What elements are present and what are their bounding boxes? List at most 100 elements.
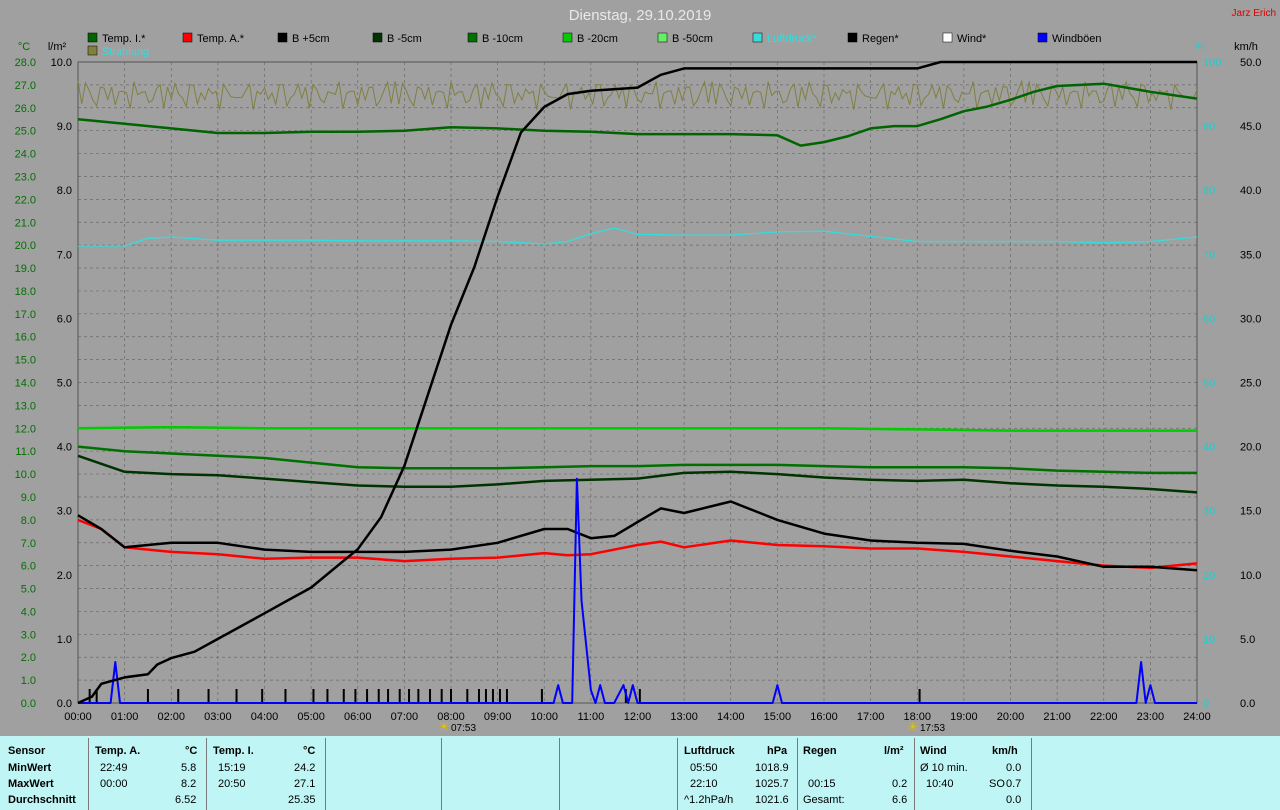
- y-tick-label-temp: 9.0: [21, 492, 36, 504]
- rain-interval-mark: [408, 689, 411, 703]
- statistics-panel: Sensor MinWert MaxWert Durchschnitt Temp…: [0, 736, 1280, 810]
- stats-wind-max-dir: SO: [989, 778, 1005, 790]
- legend-swatch: [847, 32, 858, 43]
- legend-label: Windböen: [1052, 33, 1102, 45]
- sunset-icon: ☀: [907, 719, 919, 734]
- y-tick-label-temp: 6.0: [21, 561, 36, 573]
- stats-temp-a-title: Temp. A.: [95, 745, 141, 757]
- x-tick-label: 24:00: [1183, 711, 1211, 723]
- y-tick-label-rain: 2.0: [57, 570, 72, 582]
- x-tick-label: 00:00: [64, 711, 92, 723]
- rain-interval-mark: [177, 689, 180, 703]
- x-tick-label: 15:00: [764, 711, 792, 723]
- y-tick-label-percent: 40: [1203, 442, 1215, 454]
- rain-interval-mark: [484, 689, 487, 703]
- y-tick-label-temp: 0.0: [21, 698, 36, 710]
- y-tick-label-temp: 12.0: [15, 423, 36, 435]
- y-tick-label-temp: 1.0: [21, 675, 36, 687]
- stats-luftdruck-max: 1025.7: [755, 778, 789, 790]
- stats-temp-i-unit: °C: [303, 745, 316, 757]
- stats-wind-max: 0.7: [1006, 778, 1022, 790]
- stats-luftdruck-avg: 1021.6: [755, 794, 789, 806]
- author-label: Jarz Erich: [1232, 8, 1276, 19]
- legend-swatch: [562, 32, 573, 43]
- stats-temp-a-max: 8.2: [181, 778, 197, 790]
- stats-luftdruck-unit: hPa: [767, 745, 788, 757]
- stats-temp-i-min: 24.2: [294, 762, 316, 774]
- stats-luftdruck-min: 1018.9: [755, 762, 789, 774]
- stats-divider: [914, 738, 915, 810]
- y-tick-label-temp: 7.0: [21, 538, 36, 550]
- y-tick-label-percent: 30: [1203, 506, 1215, 518]
- stats-wind-avg: 0.0: [1006, 794, 1022, 806]
- y-tick-label-percent: 100: [1203, 57, 1221, 69]
- y-tick-label-wind: 35.0: [1240, 249, 1261, 261]
- y-tick-label-wind: 45.0: [1240, 121, 1261, 133]
- x-tick-label: 01:00: [111, 711, 139, 723]
- y-tick-label-temp: 8.0: [21, 515, 36, 527]
- y-tick-label-rain: 1.0: [57, 634, 72, 646]
- y-tick-label-percent: 20: [1203, 570, 1215, 582]
- rain-interval-mark: [450, 689, 452, 703]
- y-tick-label-temp: 21.0: [15, 217, 36, 229]
- stats-luftdruck-trend: ^1.2hPa/h: [684, 794, 734, 806]
- x-tick-label: 14:00: [717, 711, 745, 723]
- legend-label: B +5cm: [292, 33, 330, 45]
- stats-regen-max-time: 00:15: [808, 778, 836, 790]
- y-tick-label-temp: 3.0: [21, 629, 36, 641]
- legend-label: Luftdruck*: [767, 33, 817, 45]
- rain-interval-mark: [638, 689, 641, 703]
- y-tick-label-wind: 20.0: [1240, 442, 1261, 454]
- stats-temp-a-min-time: 22:49: [100, 762, 128, 774]
- stats-luftdruck-title: Luftdruck: [684, 745, 735, 757]
- stats-luftdruck-max-time: 22:10: [690, 778, 718, 790]
- rain-interval-mark: [146, 689, 149, 703]
- y-tick-label-rain: 7.0: [57, 249, 72, 261]
- y-tick-label-wind: 30.0: [1240, 313, 1261, 325]
- rain-interval-mark: [466, 689, 469, 703]
- chart-title: Dienstag, 29.10.2019: [569, 7, 712, 24]
- rain-interval-mark: [417, 689, 420, 703]
- x-tick-label: 10:00: [530, 711, 558, 723]
- stats-temp-a-avg: 6.52: [175, 794, 197, 806]
- legend-label: Strahlung: [102, 46, 149, 58]
- stats-temp-a-max-time: 00:00: [100, 778, 128, 790]
- y-tick-label-temp: 19.0: [15, 263, 36, 275]
- y-tick-label-wind: 15.0: [1240, 506, 1261, 518]
- y-tick-label-percent: 70: [1203, 249, 1215, 261]
- stats-divider: [797, 738, 798, 810]
- y-tick-label-wind: 40.0: [1240, 185, 1261, 197]
- rain-interval-mark: [235, 689, 238, 703]
- rain-interval-mark: [440, 689, 443, 703]
- weather-chart: Dienstag, 29.10.2019 Jarz Erich Temp. I.…: [0, 0, 1280, 736]
- y-tick-label-percent: 90: [1203, 121, 1215, 133]
- stats-regen-total: 6.6: [892, 794, 908, 806]
- rain-interval-mark: [354, 689, 357, 703]
- x-tick-label: 12:00: [624, 711, 652, 723]
- stats-wind-max-time: 10:40: [926, 778, 954, 790]
- y-tick-label-rain: 9.0: [57, 121, 72, 133]
- y-tick-label-temp: 4.0: [21, 606, 36, 618]
- y-tick-label-wind: 5.0: [1240, 634, 1255, 646]
- sunrise-icon: ☀: [438, 719, 450, 734]
- legend-label: B -10cm: [482, 33, 523, 45]
- x-tick-label: 06:00: [344, 711, 372, 723]
- rain-interval-mark: [918, 689, 921, 703]
- y-tick-label-temp: 25.0: [15, 126, 36, 138]
- legend-swatch: [467, 32, 478, 43]
- y-tick-label-percent: 60: [1203, 313, 1215, 325]
- legend-label: Temp. I.*: [102, 33, 146, 45]
- y-tick-label-temp: 17.0: [15, 309, 36, 321]
- x-tick-label: 23:00: [1137, 711, 1165, 723]
- legend-label: Wind*: [957, 33, 987, 45]
- rain-interval-mark: [491, 689, 494, 703]
- y-tick-label-temp: 18.0: [15, 286, 36, 298]
- stats-temp-a-unit: °C: [185, 745, 198, 757]
- y-tick-label-temp: 28.0: [15, 57, 36, 69]
- sunrise-time: 07:53: [451, 723, 476, 734]
- stats-luftdruck-min-time: 05:50: [690, 762, 718, 774]
- legend-label: B -20cm: [577, 33, 618, 45]
- y-tick-label-rain: 3.0: [57, 506, 72, 518]
- rain-interval-mark: [505, 689, 508, 703]
- stats-regen-unit: l/m²: [884, 745, 904, 757]
